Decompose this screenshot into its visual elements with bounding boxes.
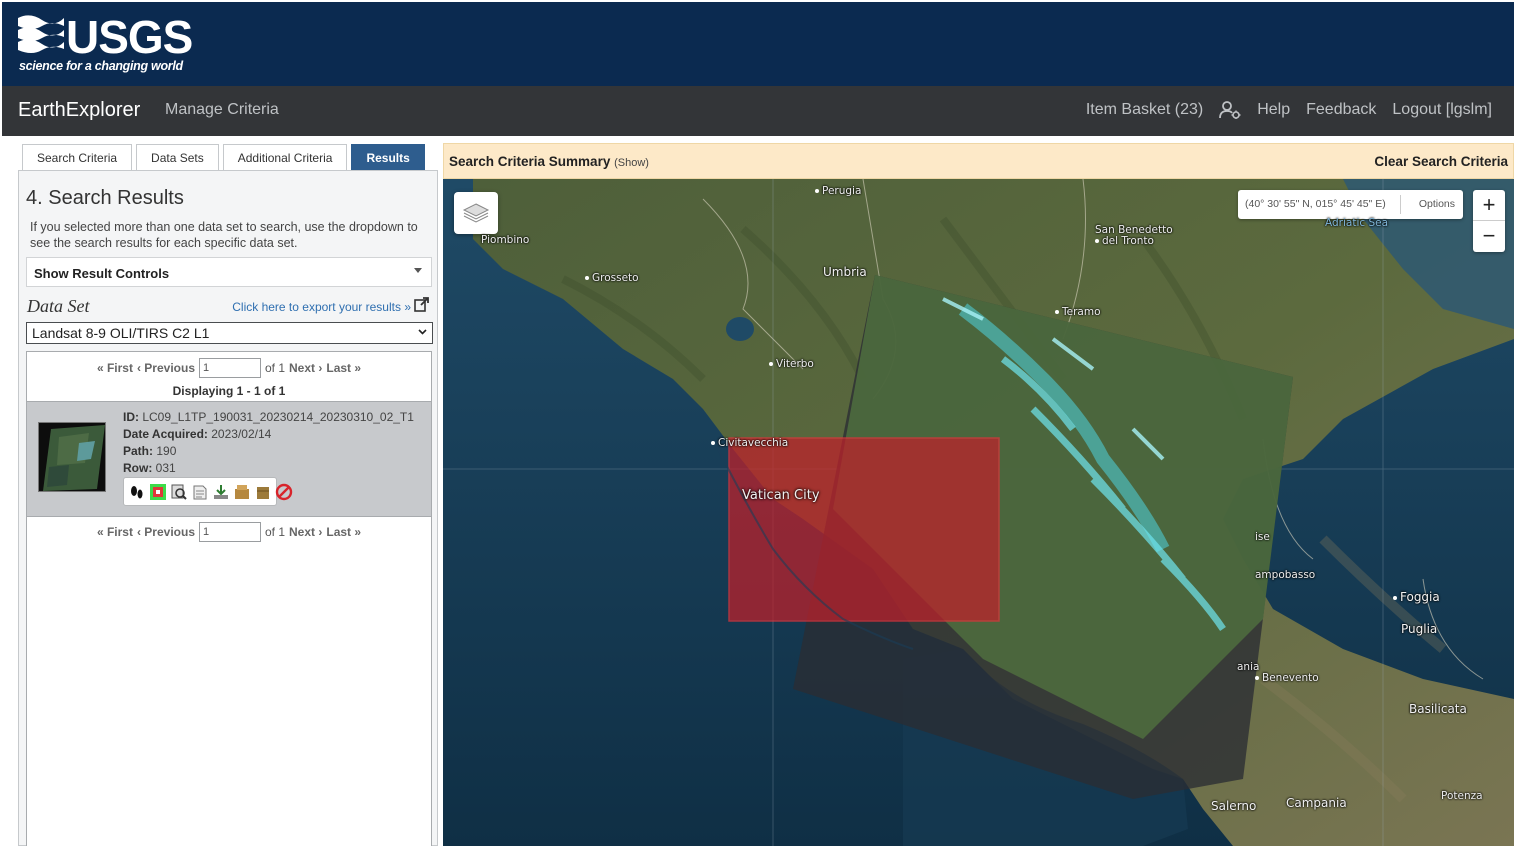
dataset-select-value: Landsat 8-9 OLI/TIRS C2 L1 (32, 325, 210, 341)
result-date: Date Acquired: 2023/02/14 (123, 427, 272, 441)
result-actions (123, 477, 293, 506)
dataset-select[interactable]: Landsat 8-9 OLI/TIRS C2 L1 (26, 322, 433, 344)
results-panel: 4. Search Results If you selected more t… (18, 170, 438, 846)
overlay-browse-icon[interactable] (149, 483, 167, 501)
clear-search-criteria-button[interactable]: Clear Search Criteria (1374, 154, 1508, 169)
tab-results[interactable]: Results (351, 144, 425, 170)
map-label: Perugia (815, 185, 861, 197)
pager-previous[interactable]: ‹ Previous (137, 525, 195, 539)
pager-top: « First ‹ Previous of 1 Next › Last » (27, 357, 431, 379)
map-label: ise (1255, 531, 1270, 543)
coordinate-options-button[interactable]: Options (1419, 198, 1455, 210)
external-link-icon[interactable] (414, 297, 429, 312)
pager-next[interactable]: Next › (289, 361, 322, 375)
manage-criteria-link[interactable]: Manage Criteria (165, 101, 279, 119)
results-list: « First ‹ Previous of 1 Next › Last » Di… (26, 351, 432, 846)
search-criteria-summary-bar: Search Criteria Summary (Show) Clear Sea… (443, 143, 1514, 179)
map-label: Civitavecchia (711, 437, 788, 449)
show-result-controls-dropdown[interactable]: Show Result Controls (26, 257, 432, 287)
usgs-logo[interactable]: USGS science for a changing world (18, 11, 193, 78)
result-thumbnail[interactable] (38, 422, 106, 492)
map-label: Benevento (1255, 672, 1319, 684)
pager-last[interactable]: Last » (326, 525, 361, 539)
logout-link[interactable]: Logout [lgslm] (1392, 101, 1492, 119)
displaying-count: Displaying 1 - 1 of 1 (172, 384, 286, 398)
logo-wordmark: USGS (66, 11, 193, 63)
tab-additional-criteria[interactable]: Additional Criteria (222, 144, 348, 170)
pager-previous[interactable]: ‹ Previous (137, 361, 195, 375)
map-label: ampobasso (1255, 569, 1316, 581)
tab-search-criteria[interactable]: Search Criteria (22, 144, 133, 170)
exclude-icon[interactable] (275, 483, 293, 501)
chevron-down-icon (418, 329, 427, 335)
zoom-control: + − (1473, 190, 1505, 252)
result-id: ID: LC09_L1TP_190031_20230214_20230310_0… (123, 410, 414, 424)
zoom-out-button[interactable]: − (1473, 221, 1505, 252)
item-basket-link[interactable]: Item Basket (23) (1086, 101, 1203, 119)
map-label: Basilicata (1409, 702, 1467, 716)
compare-browse-icon[interactable] (170, 483, 188, 501)
footprint-icon[interactable] (128, 483, 146, 501)
map-label: Viterbo (769, 358, 814, 370)
map-label: Foggia (1393, 590, 1440, 604)
usgs-header: USGS science for a changing world (2, 2, 1514, 86)
user-settings-icon[interactable] (1219, 101, 1241, 119)
result-path: Path: 190 (123, 444, 177, 458)
coord-divider (1400, 195, 1401, 214)
result-row: ID: LC09_L1TP_190031_20230214_20230310_0… (27, 401, 431, 517)
layers-icon (462, 203, 490, 223)
summary-show-link[interactable]: (Show) (614, 157, 649, 169)
pager-of: of 1 (265, 361, 286, 375)
pager-first[interactable]: « First (97, 361, 133, 375)
top-nav: EarthExplorer Manage Criteria Item Baske… (2, 86, 1514, 136)
data-set-label: Data Set (27, 296, 90, 316)
map-canvas[interactable]: (40° 30' 55" N, 015° 45' 45" E) Options … (443, 179, 1514, 846)
export-results-link[interactable]: Click here to export your results » (232, 300, 411, 314)
layers-button[interactable] (454, 192, 498, 234)
tab-data-sets[interactable]: Data Sets (136, 144, 219, 170)
map-label: Teramo (1055, 306, 1101, 318)
app-title[interactable]: EarthExplorer (18, 99, 140, 122)
page-number-input[interactable] (199, 358, 261, 378)
logo-tagline: science for a changing world (19, 59, 183, 73)
search-tabs: Search Criteria Data Sets Additional Cri… (22, 144, 425, 172)
map-label: Puglia (1401, 622, 1438, 636)
metadata-icon[interactable] (191, 483, 209, 501)
pager-of: of 1 (265, 525, 286, 539)
result-metadata: ID: LC09_L1TP_190031_20230214_20230310_0… (123, 409, 414, 477)
feedback-link[interactable]: Feedback (1306, 101, 1376, 119)
pager-last[interactable]: Last » (326, 361, 361, 375)
map-area: Search Criteria Summary (Show) Clear Sea… (443, 143, 1514, 846)
results-title: 4. Search Results (26, 187, 184, 209)
nav-right: Item Basket (23) Help Feedback Logout [l… (1086, 101, 1492, 119)
map-label: del Tronto (1095, 235, 1154, 247)
add-to-basket-icon[interactable] (233, 483, 251, 501)
download-icon[interactable] (212, 483, 230, 501)
zoom-in-button[interactable]: + (1473, 190, 1505, 221)
pager-bottom: « First ‹ Previous of 1 Next › Last » (27, 521, 431, 543)
result-row-number: Row: 031 (123, 461, 176, 475)
left-panel: Search Criteria Data Sets Additional Cri… (18, 144, 438, 846)
cursor-coordinates: (40° 30' 55" N, 015° 45' 45" E) (1245, 198, 1386, 210)
pager-first[interactable]: « First (97, 525, 133, 539)
map-label: Grosseto (585, 272, 639, 284)
pager-next[interactable]: Next › (289, 525, 322, 539)
scene-thumbnail-icon (39, 423, 105, 491)
results-description: If you selected more than one data set t… (30, 220, 418, 250)
coordinate-readout: (40° 30' 55" N, 015° 45' 45" E) Options (1238, 190, 1463, 219)
vatican-city-label: Vatican City (742, 488, 820, 503)
map-label: Umbria (823, 265, 867, 279)
help-link[interactable]: Help (1257, 101, 1290, 119)
result-controls-label: Show Result Controls (34, 266, 170, 281)
caret-down-icon (414, 268, 422, 273)
map-label: Salerno (1211, 799, 1257, 813)
page-number-input[interactable] (199, 522, 261, 542)
summary-title[interactable]: Search Criteria Summary (Show) (449, 154, 649, 169)
map-label: Piombino (481, 234, 530, 246)
order-icon[interactable] (254, 483, 272, 501)
map-label: Adriatic Sea (1325, 217, 1389, 229)
map-label: Potenza (1441, 790, 1483, 802)
map-label: Campania (1286, 796, 1347, 810)
usgs-wave-icon (18, 14, 64, 58)
